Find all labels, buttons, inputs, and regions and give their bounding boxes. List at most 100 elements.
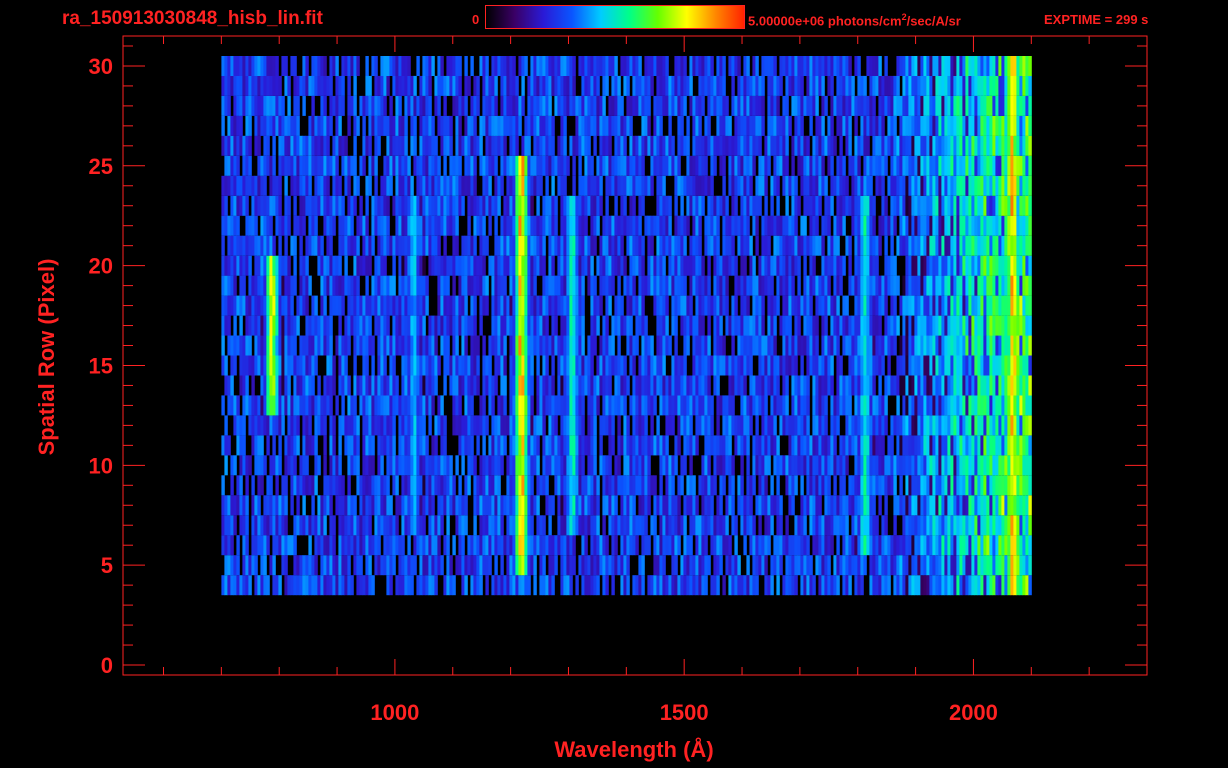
heatmap-cell [581,195,585,216]
heatmap-cell [875,455,879,476]
heatmap-cell [950,575,954,596]
heatmap-cell [602,335,606,356]
heatmap-cell [857,415,861,436]
heatmap-cell [968,495,972,516]
heatmap-cell [773,535,777,556]
heatmap-cell [437,535,441,556]
heatmap-cell [992,295,996,316]
heatmap-cell [371,535,375,556]
heatmap-cell [599,195,603,216]
heatmap-cell [272,195,276,216]
heatmap-cell [728,435,732,456]
heatmap-cell [740,255,744,276]
heatmap-cell [473,275,477,296]
heatmap-cell [896,455,900,476]
heatmap-cell [314,475,318,496]
heatmap-cell [959,215,963,236]
heatmap-cell [569,295,573,316]
heatmap-cell [386,455,390,476]
heatmap-cell [347,435,351,456]
heatmap-cell [968,455,972,476]
heatmap-cell [434,175,438,196]
heatmap-cell [875,575,879,596]
heatmap-cell [254,275,258,296]
heatmap-cell [896,175,900,196]
heatmap-cell [587,195,591,216]
heatmap-cell [836,535,840,556]
heatmap-cell [962,335,966,356]
heatmap-cell [404,475,408,496]
heatmap-cell [401,335,405,356]
heatmap-cell [713,475,717,496]
heatmap-cell [1001,415,1005,436]
heatmap-cell [1004,395,1008,416]
heatmap-cell [449,375,453,396]
heatmap-cell [269,375,273,396]
heatmap-cell [794,415,798,436]
heatmap-cell [740,315,744,336]
heatmap-cell [1016,575,1020,596]
heatmap-cell [731,415,735,436]
heatmap-cell [1025,175,1029,196]
heatmap-cell [794,575,798,596]
heatmap-cell [728,215,732,236]
heatmap-cell [404,395,408,416]
heatmap-cell [569,435,573,456]
heatmap-cell [413,295,417,316]
heatmap-cell [431,335,435,356]
heatmap-cell [293,175,297,196]
heatmap-cell [611,355,615,376]
heatmap-cell [1028,435,1032,456]
heatmap-cell [959,175,963,196]
heatmap-cell [509,335,513,356]
heatmap-cell [1001,315,1005,336]
heatmap-cell [686,575,690,596]
heatmap-cell [1004,255,1008,276]
heatmap-cell [965,555,969,576]
heatmap-cell [857,575,861,596]
heatmap-cell [287,195,291,216]
heatmap-cell [233,455,237,476]
heatmap-cell [587,355,591,376]
heatmap-cell [542,395,546,416]
heatmap-cell [755,335,759,356]
heatmap-cell [302,415,306,436]
heatmap-cell [416,335,420,356]
heatmap-cell [854,495,858,516]
heatmap-cell [698,295,702,316]
heatmap-cell [908,455,912,476]
heatmap-cell [275,535,279,556]
heatmap-cell [668,375,672,396]
heatmap-cell [422,535,426,556]
heatmap-cell [641,315,645,336]
heatmap-cell [518,395,522,416]
heatmap-cell [284,395,288,416]
heatmap-cell [704,555,708,576]
heatmap-cell [923,555,927,576]
heatmap-cell [527,275,531,296]
heatmap-cell [560,155,564,176]
heatmap-cell [935,215,939,236]
heatmap-cell [332,435,336,456]
heatmap-cell [353,155,357,176]
heatmap-cell [821,475,825,496]
heatmap-cell [857,215,861,236]
heatmap-cell [911,275,915,296]
heatmap-cell [254,415,258,436]
heatmap-cell [536,435,540,456]
heatmap-cell [341,515,345,536]
heatmap-cell [875,235,879,256]
heatmap-cell [932,475,936,496]
heatmap-cell [755,395,759,416]
heatmap-cell [419,235,423,256]
heatmap-cell [725,555,729,576]
heatmap-cell [239,455,243,476]
heatmap-cell [392,355,396,376]
heatmap-cell [482,295,486,316]
heatmap-cell [332,295,336,316]
heatmap-cell [362,235,366,256]
heatmap-cell [929,195,933,216]
heatmap-cell [386,435,390,456]
heatmap-cell [485,415,489,436]
heatmap-cell [929,215,933,236]
